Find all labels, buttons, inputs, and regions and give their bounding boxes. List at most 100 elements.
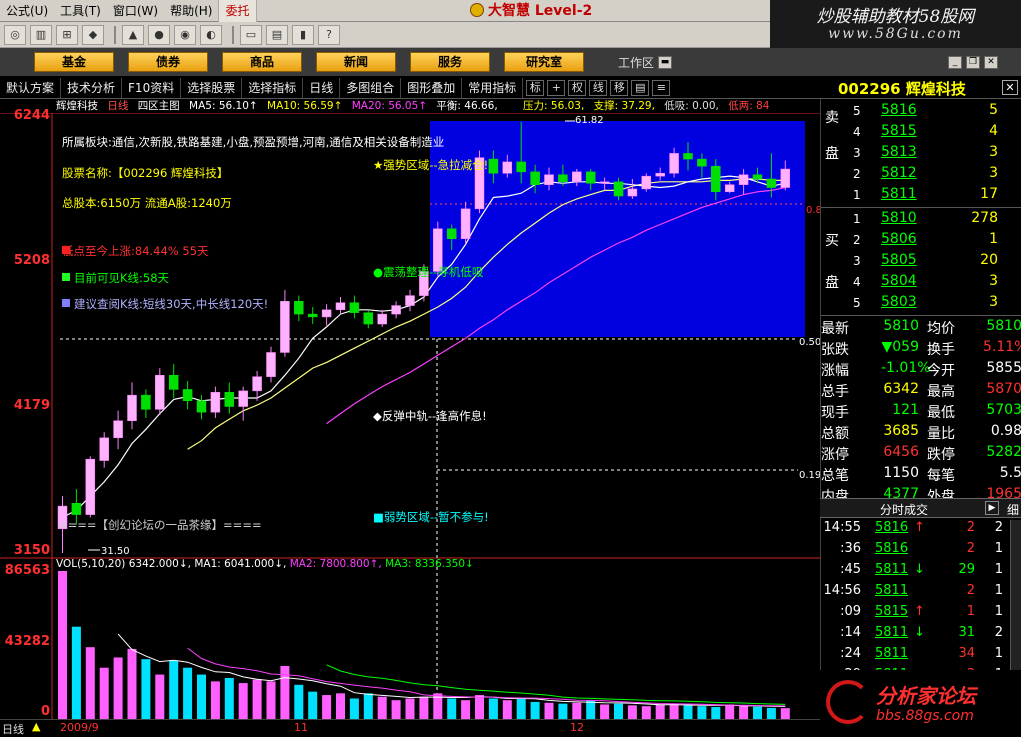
move-toggle[interactable]: 移	[610, 79, 629, 96]
tick-price[interactable]: 5811	[875, 562, 908, 577]
sell-price[interactable]: 5813	[881, 144, 917, 160]
stat-row: 总额 3685 量比 0.98	[821, 423, 1021, 444]
nav-fund-button[interactable]: 基金	[34, 52, 114, 72]
tech-analysis-dropdown[interactable]: 技术分析	[61, 77, 123, 98]
quote-icon[interactable]: ●	[148, 24, 170, 45]
stat-value: 5810	[986, 318, 1021, 334]
f10-button[interactable]: F10资料	[122, 77, 182, 98]
select-stock-button[interactable]: 选择股票	[181, 77, 243, 98]
nav-news-button[interactable]: 新闻	[316, 52, 396, 72]
buy-order-row[interactable]: 买 2 5806 1	[821, 230, 1021, 251]
nav-research-button[interactable]: 研究室	[504, 52, 584, 72]
sell-order-row[interactable]: 盘 3 5813 3	[821, 143, 1021, 164]
period-dropdown[interactable]: 日线	[303, 77, 341, 98]
list-icon[interactable]: ≡	[652, 79, 671, 96]
buy-order-row[interactable]: 1 5810 278	[821, 209, 1021, 230]
menu-window[interactable]: 窗口(W)	[107, 0, 164, 22]
help-icon[interactable]: ?	[318, 24, 340, 45]
volume-bar	[739, 705, 749, 719]
sell-order-row[interactable]: 卖 5 5816 5	[821, 101, 1021, 126]
sell-level: 1	[853, 188, 861, 202]
select-indicator-button[interactable]: 选择指标	[242, 77, 304, 98]
minimize-icon[interactable]: ▬	[658, 55, 673, 69]
sell-icon[interactable]: ▲	[122, 24, 144, 45]
buy-price[interactable]: 5804	[881, 273, 917, 289]
buy-order-row[interactable]: 5 5803 3	[821, 293, 1021, 314]
volume-bar	[210, 681, 220, 719]
tick-price[interactable]: 5811	[875, 625, 908, 640]
buy-order-row[interactable]: 3 5805 20	[821, 251, 1021, 272]
common-indicator-dropdown[interactable]: 常用指标	[462, 77, 524, 98]
mark-toggle[interactable]: 标	[526, 79, 545, 96]
cancel-icon[interactable]: ◉	[174, 24, 196, 45]
nav-service-button[interactable]: 服务	[410, 52, 490, 72]
connect-icon[interactable]: ◎	[4, 24, 26, 45]
tick-tab[interactable]: 分时成交	[880, 501, 928, 518]
tick-icon[interactable]: ⊞	[56, 24, 78, 45]
tick-volume: 1	[966, 604, 975, 619]
sell-order-row[interactable]: 2 5812 3	[821, 164, 1021, 185]
tick-play-icon[interactable]: ▶	[985, 501, 999, 515]
menu-tools[interactable]: 工具(T)	[54, 0, 107, 22]
buy-price[interactable]: 5805	[881, 252, 917, 268]
stats-icon[interactable]: ▮	[292, 24, 314, 45]
stat-label: 涨停	[821, 447, 849, 463]
crosshair-toggle[interactable]: +	[547, 79, 566, 96]
sell-price[interactable]: 5812	[881, 165, 917, 181]
tick-price[interactable]: 5815	[875, 604, 908, 619]
line-toggle[interactable]: 线	[589, 79, 608, 96]
stat-value: 5703	[986, 402, 1021, 418]
panel-icon[interactable]: ▤	[631, 79, 650, 96]
bottom-period[interactable]: 日线	[2, 721, 24, 737]
stat-label: 最新	[821, 321, 849, 337]
overlay-button[interactable]: 图形叠加	[401, 77, 463, 98]
win-minimize-icon[interactable]: _	[948, 55, 963, 69]
win-restore-icon[interactable]: ❐	[966, 55, 981, 69]
nav-commodity-button[interactable]: 商品	[222, 52, 302, 72]
volume-bar	[488, 698, 498, 719]
high-marker: 61.82	[575, 115, 604, 126]
rise-marker-icon	[62, 246, 70, 254]
sell-price[interactable]: 5815	[881, 123, 917, 139]
rights-toggle[interactable]: 权	[568, 79, 587, 96]
buy-price[interactable]: 5810	[881, 210, 917, 226]
tick-price[interactable]: 5816	[875, 520, 908, 535]
strong-zone-text: ★强势区域--急拉减仓!	[373, 158, 489, 172]
multi-chart-button[interactable]: 多图组合	[340, 77, 402, 98]
sell-order-row[interactable]: 1 5811 17	[821, 185, 1021, 206]
tick-price[interactable]: 5811	[875, 583, 908, 598]
buy-price[interactable]: 5803	[881, 294, 917, 310]
info-zone: 四区主图	[137, 100, 180, 112]
tick-price[interactable]: 5811	[875, 646, 908, 661]
tick-price[interactable]: 5816	[875, 541, 908, 556]
volume-bar	[405, 698, 415, 719]
tick-scrollbar[interactable]	[1010, 520, 1021, 680]
window-icon[interactable]: ▭	[240, 24, 262, 45]
stat-value: 5.11%	[983, 339, 1021, 355]
candle-body	[627, 188, 638, 197]
news-icon[interactable]: ◐	[200, 24, 222, 45]
buy-order-row[interactable]: 盘 4 5804 3	[821, 272, 1021, 293]
win-close-icon[interactable]: ✕	[984, 55, 999, 69]
workarea-label[interactable]: 工作区	[618, 54, 654, 71]
bottom-month-12: 12	[570, 721, 584, 734]
nav-bond-button[interactable]: 债券	[128, 52, 208, 72]
stock-name-text: 股票名称:【002296 辉煌科技】	[62, 166, 229, 180]
menu-formula[interactable]: 公式(U)	[0, 0, 54, 22]
period-triangle-icon[interactable]: ▲	[32, 720, 40, 733]
close-icon[interactable]: ✕	[1002, 80, 1018, 95]
sell-order-row[interactable]: 4 5815 4	[821, 122, 1021, 143]
volume-bar	[544, 702, 554, 719]
buy-price[interactable]: 5806	[881, 231, 917, 247]
buy-icon[interactable]: ◆	[82, 24, 104, 45]
scheme-dropdown[interactable]: 默认方案	[0, 77, 62, 98]
sell-price[interactable]: 5816	[881, 102, 917, 118]
tick-detail-tab[interactable]: 细	[1007, 501, 1019, 518]
buy-volume: 3	[989, 273, 998, 289]
chart-icon[interactable]: ▥	[30, 24, 52, 45]
f10-icon[interactable]: ▤	[266, 24, 288, 45]
sell-price[interactable]: 5811	[881, 186, 917, 202]
menu-help[interactable]: 帮助(H)	[164, 0, 218, 22]
candle-body	[655, 173, 665, 177]
menu-trade[interactable]: 委托	[218, 0, 257, 23]
